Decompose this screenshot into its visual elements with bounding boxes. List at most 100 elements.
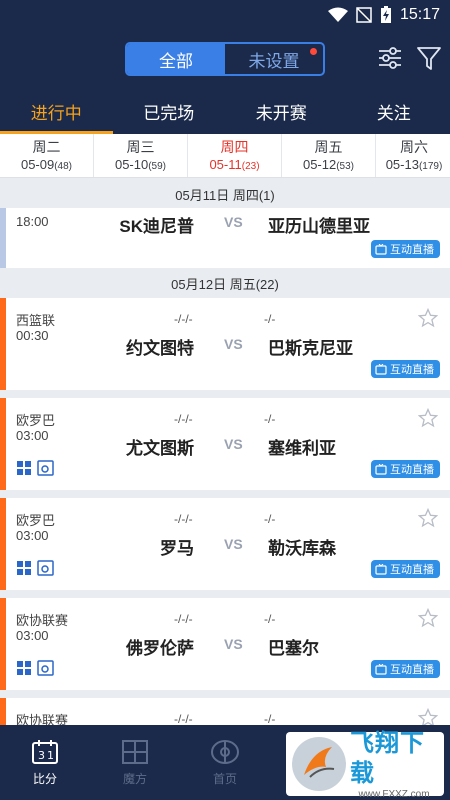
date-count: (59) <box>148 161 167 172</box>
nav-home[interactable]: 首页 <box>180 725 270 800</box>
match-time: 03:00 <box>16 428 49 443</box>
away-score: -/- <box>264 612 276 626</box>
filter-icon[interactable] <box>416 44 442 72</box>
battery-charging-icon <box>380 6 391 23</box>
live-stream-button[interactable]: 互动直播 <box>371 660 440 678</box>
away-score: -/- <box>264 412 276 426</box>
vs-label: VS <box>224 436 243 452</box>
tab-live[interactable]: 进行中 <box>0 88 113 134</box>
away-team: 巴塞尔 <box>268 639 319 658</box>
field-icon <box>211 740 239 764</box>
nav-cube[interactable]: 魔方 <box>90 725 180 800</box>
date-cell-0513[interactable]: 周六 05-13(179) <box>376 134 450 177</box>
nav-score[interactable]: 3 1 比分 <box>0 725 90 800</box>
lineup-icon[interactable] <box>16 560 32 576</box>
date-selector: 周二 05-09(48) 周三 05-10(59) 周四 05-11(23) 周… <box>0 134 450 178</box>
star-icon[interactable] <box>418 508 438 528</box>
segment-unset[interactable]: 未设置 <box>225 44 323 74</box>
notification-dot <box>310 48 317 55</box>
away-score: -/- <box>264 512 276 526</box>
home-team: 佛罗伦萨 <box>126 639 194 658</box>
date-day: 05-13 <box>385 157 419 172</box>
away-score: -/- <box>264 712 276 725</box>
tab-upcoming[interactable]: 未开赛 <box>225 88 338 134</box>
star-icon[interactable] <box>418 408 438 428</box>
match-card[interactable]: 18:00 SK迪尼普 VS 亚历山德里亚 互动直播 <box>0 208 450 268</box>
date-weekday: 周五 <box>314 139 343 155</box>
tv-icon <box>375 363 387 375</box>
live-stream-button[interactable]: 互动直播 <box>371 460 440 478</box>
nav-cube-label: 魔方 <box>122 772 147 786</box>
home-score: -/-/- <box>174 312 193 326</box>
match-time: 00:30 <box>16 328 49 343</box>
status-bar: 15:17 <box>0 0 450 30</box>
star-icon[interactable] <box>418 708 438 725</box>
settings-sliders-icon[interactable] <box>376 44 404 72</box>
away-team: 勒沃库森 <box>268 539 336 558</box>
live-stream-label: 互动直播 <box>390 464 434 476</box>
match-card[interactable]: 欧罗巴 03:00 -/-/- -/- 尤文图斯 VS 塞维利亚 互动直播 <box>0 398 450 490</box>
stats-panel-icon[interactable] <box>37 560 54 576</box>
vs-label: VS <box>224 536 243 552</box>
stats-panel-icon[interactable] <box>37 660 54 676</box>
svg-text:1: 1 <box>47 749 54 762</box>
match-card[interactable]: 欧协联赛 03:00 -/-/- -/- 佛罗伦萨 VS 巴塞尔 互动直播 <box>0 598 450 690</box>
nav-score-label: 比分 <box>32 772 57 786</box>
league-name: 欧罗巴 <box>16 413 56 428</box>
date-day: 05-11 <box>209 157 242 172</box>
live-stream-button[interactable]: 互动直播 <box>371 360 440 378</box>
segment-all[interactable]: 全部 <box>127 44 225 74</box>
date-cell-0511[interactable]: 周四 05-11(23) <box>188 134 282 177</box>
tv-icon <box>375 463 387 475</box>
svg-text:3: 3 <box>38 749 45 762</box>
bird-logo-icon <box>292 737 346 791</box>
tv-icon <box>375 663 387 675</box>
live-stream-label: 互动直播 <box>390 244 434 256</box>
watermark-url: www.FXXZ.com <box>358 788 430 800</box>
live-stream-button[interactable]: 互动直播 <box>371 560 440 578</box>
star-icon[interactable] <box>418 308 438 328</box>
no-sim-icon <box>356 7 372 23</box>
calendar-icon: 3 1 <box>32 740 58 764</box>
home-score: -/-/- <box>174 412 193 426</box>
league-name: 欧协联赛 <box>16 713 69 725</box>
home-team: 约文图特 <box>126 339 194 358</box>
lineup-icon[interactable] <box>16 660 32 676</box>
match-time: 18:00 <box>16 214 49 229</box>
match-card[interactable]: 欧协联赛 -/-/- -/- <box>0 698 450 725</box>
home-score: -/-/- <box>174 512 193 526</box>
day-section-header: 05月12日 周五(22) <box>0 268 450 298</box>
match-card[interactable]: 欧罗巴 03:00 -/-/- -/- 罗马 VS 勒沃库森 互动直播 <box>0 498 450 590</box>
lineup-icon[interactable] <box>16 460 32 476</box>
match-card[interactable]: 西篮联 00:30 -/-/- -/- 约文图特 VS 巴斯克尼亚 互动直播 <box>0 298 450 390</box>
date-cell-0509[interactable]: 周二 05-09(48) <box>0 134 94 177</box>
live-stream-label: 互动直播 <box>390 664 434 676</box>
match-list[interactable]: 05月11日 周四(1) 18:00 SK迪尼普 VS 亚历山德里亚 互动直播 … <box>0 180 450 725</box>
date-weekday: 周四 <box>220 139 249 155</box>
watermark-title: 飞翔下载 <box>350 729 425 787</box>
home-team: 尤文图斯 <box>126 439 194 458</box>
date-count: (48) <box>54 161 73 172</box>
tab-finished[interactable]: 已完场 <box>113 88 226 134</box>
date-weekday: 周二 <box>32 139 61 155</box>
match-time: 03:00 <box>16 528 49 543</box>
live-stream-label: 互动直播 <box>390 364 434 376</box>
header: 全部 未设置 <box>0 30 450 88</box>
status-time: 15:17 <box>399 6 440 23</box>
tab-followed[interactable]: 关注 <box>338 88 450 134</box>
vs-label: VS <box>224 636 243 652</box>
date-day: 05-09 <box>20 157 55 172</box>
vs-label: VS <box>224 336 243 352</box>
date-cell-0510[interactable]: 周三 05-10(59) <box>94 134 188 177</box>
home-team: 罗马 <box>160 539 194 558</box>
date-cell-0512[interactable]: 周五 05-12(53) <box>282 134 376 177</box>
watermark-logo: 飞翔下载 www.FXXZ.com <box>286 729 444 800</box>
live-stream-button[interactable]: 互动直播 <box>371 240 440 258</box>
wifi-icon <box>327 7 348 22</box>
date-count: (23) <box>241 161 260 172</box>
tv-icon <box>375 243 387 255</box>
away-score: -/- <box>264 312 276 326</box>
star-icon[interactable] <box>418 608 438 628</box>
stats-panel-icon[interactable] <box>37 460 54 476</box>
live-stream-label: 互动直播 <box>390 564 434 576</box>
